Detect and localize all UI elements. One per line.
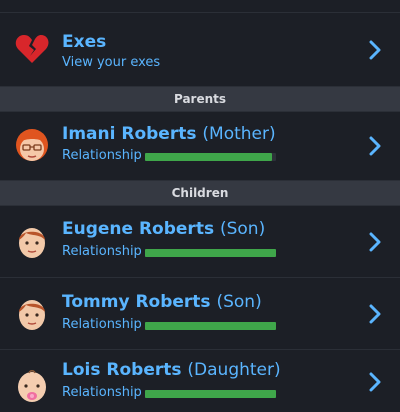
previous-row xyxy=(0,0,400,13)
relationship-bar-fill xyxy=(145,390,276,398)
relationship-bar xyxy=(145,390,276,398)
mother-avatar-icon xyxy=(16,129,48,161)
chevron-right-icon xyxy=(369,304,381,324)
relationship-label: Relationship xyxy=(62,244,142,259)
broken-heart-icon xyxy=(15,35,49,63)
relationship-bar xyxy=(145,153,276,161)
person-row-son-eugene[interactable]: Eugene Roberts (Son) Relationship xyxy=(0,206,400,278)
relationship-bar xyxy=(145,249,276,257)
person-name-text: Lois Roberts xyxy=(62,360,182,380)
person-name-text: Imani Roberts xyxy=(62,124,197,144)
relationship-bar-fill xyxy=(145,153,273,161)
section-header-children: Children xyxy=(0,181,400,206)
chevron-right-icon xyxy=(369,372,381,392)
chevron-right-icon xyxy=(369,232,381,252)
person-relation: (Mother) xyxy=(202,124,276,144)
chevron-right-icon xyxy=(369,136,381,156)
person-name: Lois Roberts (Daughter) xyxy=(62,360,281,380)
relationship-label: Relationship xyxy=(62,148,142,163)
person-name: Imani Roberts (Mother) xyxy=(62,124,276,144)
exes-row[interactable]: Exes View your exes xyxy=(0,13,400,87)
person-row-son-tommy[interactable]: Tommy Roberts (Son) Relationship xyxy=(0,278,400,350)
son-avatar-icon xyxy=(19,228,45,258)
section-header-parents: Parents xyxy=(0,87,400,112)
relationship-label: Relationship xyxy=(62,385,142,400)
person-name-text: Tommy Roberts xyxy=(62,292,211,312)
person-relation: (Daughter) xyxy=(187,360,281,380)
chevron-right-icon xyxy=(369,40,381,60)
person-row-mother[interactable]: Imani Roberts (Mother) Relationship xyxy=(0,112,400,181)
person-name-text: Eugene Roberts xyxy=(62,219,215,239)
son-avatar-icon xyxy=(19,300,45,330)
relationships-screen: Exes View your exes Parents Imani Robert… xyxy=(0,0,400,412)
relationship-bar-fill xyxy=(145,322,276,330)
person-name: Tommy Roberts (Son) xyxy=(62,292,262,312)
relationship-bar xyxy=(145,322,276,330)
baby-daughter-avatar-icon xyxy=(18,370,46,402)
relationship-label: Relationship xyxy=(62,317,142,332)
person-relation: (Son) xyxy=(216,292,262,312)
person-name: Eugene Roberts (Son) xyxy=(62,219,265,239)
exes-subtitle: View your exes xyxy=(62,55,161,70)
person-row-daughter-lois[interactable]: Lois Roberts (Daughter) Relationship xyxy=(0,350,400,412)
person-relation: (Son) xyxy=(219,219,266,239)
relationship-bar-fill xyxy=(145,249,276,257)
exes-title: Exes xyxy=(62,32,107,52)
